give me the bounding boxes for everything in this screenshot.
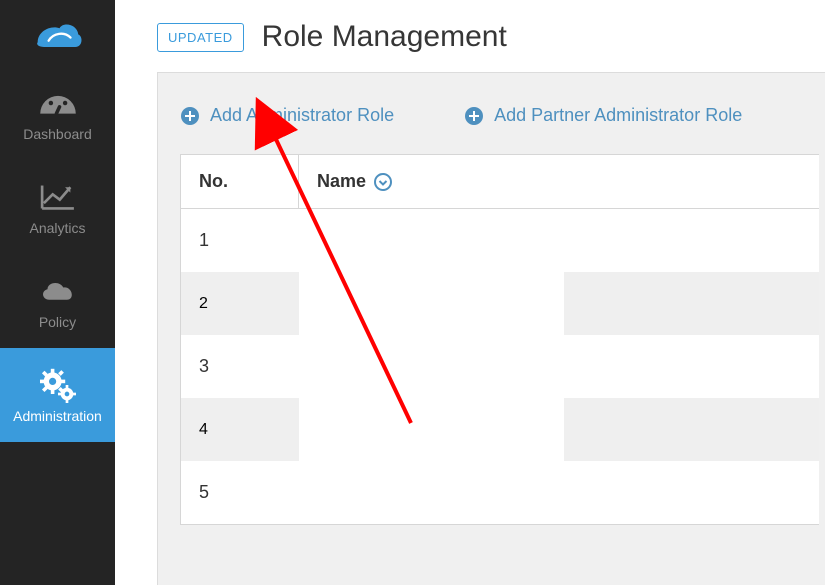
table-row[interactable]: 2: [181, 272, 819, 335]
gauge-icon: [36, 86, 80, 120]
page-header: UPDATED Role Management: [115, 0, 825, 72]
chevron-down-circle-icon: [374, 173, 392, 191]
cell-spacer: [299, 398, 564, 461]
cell-name: [564, 398, 819, 461]
cell-no: 3: [181, 335, 299, 398]
zscaler-logo-icon: [33, 16, 83, 56]
sidebar-item-policy[interactable]: Policy: [0, 254, 115, 348]
main-area: UPDATED Role Management Add Administrato…: [115, 0, 825, 585]
cell-spacer: [299, 272, 564, 335]
cell-no: 4: [181, 398, 299, 461]
chart-line-icon: [36, 180, 80, 214]
sidebar-item-label: Dashboard: [23, 126, 92, 142]
roles-table: No. Name 1 2: [180, 154, 819, 525]
sidebar-item-administration[interactable]: Administration: [0, 348, 115, 442]
cell-name: [299, 335, 819, 398]
cell-no: 1: [181, 209, 299, 272]
table-row[interactable]: 4: [181, 398, 819, 461]
cell-no: 2: [181, 272, 299, 335]
sidebar-item-label: Analytics: [29, 220, 85, 236]
sidebar-item-label: Policy: [39, 314, 76, 330]
table-row[interactable]: 1: [181, 209, 819, 272]
gears-icon: [36, 368, 80, 402]
sidebar-item-label: Administration: [13, 408, 102, 424]
cell-name: [299, 209, 819, 272]
page-title: Role Management: [262, 20, 507, 54]
column-header-no[interactable]: No.: [181, 155, 299, 208]
column-label: Name: [317, 171, 366, 192]
cell-name: [564, 272, 819, 335]
add-partner-administrator-role-button[interactable]: Add Partner Administrator Role: [464, 105, 742, 126]
sidebar-item-dashboard[interactable]: Dashboard: [0, 66, 115, 160]
cell-no: 5: [181, 461, 299, 524]
cloud-icon: [36, 274, 80, 308]
add-administrator-role-button[interactable]: Add Administrator Role: [180, 105, 394, 126]
action-label: Add Administrator Role: [210, 105, 394, 126]
table-row[interactable]: 3: [181, 335, 819, 398]
action-label: Add Partner Administrator Role: [494, 105, 742, 126]
table-row[interactable]: 5: [181, 461, 819, 524]
sidebar: Dashboard Analytics Policy: [0, 0, 115, 585]
content-panel: Add Administrator Role Add Partner Admin…: [157, 72, 825, 585]
cell-name: [299, 461, 819, 524]
updated-badge: UPDATED: [157, 23, 244, 52]
column-header-name[interactable]: Name: [299, 155, 819, 208]
plus-circle-icon: [180, 106, 200, 126]
table-header: No. Name: [181, 155, 819, 209]
plus-circle-icon: [464, 106, 484, 126]
column-label: No.: [199, 171, 228, 192]
action-bar: Add Administrator Role Add Partner Admin…: [180, 105, 825, 126]
sidebar-item-analytics[interactable]: Analytics: [0, 160, 115, 254]
